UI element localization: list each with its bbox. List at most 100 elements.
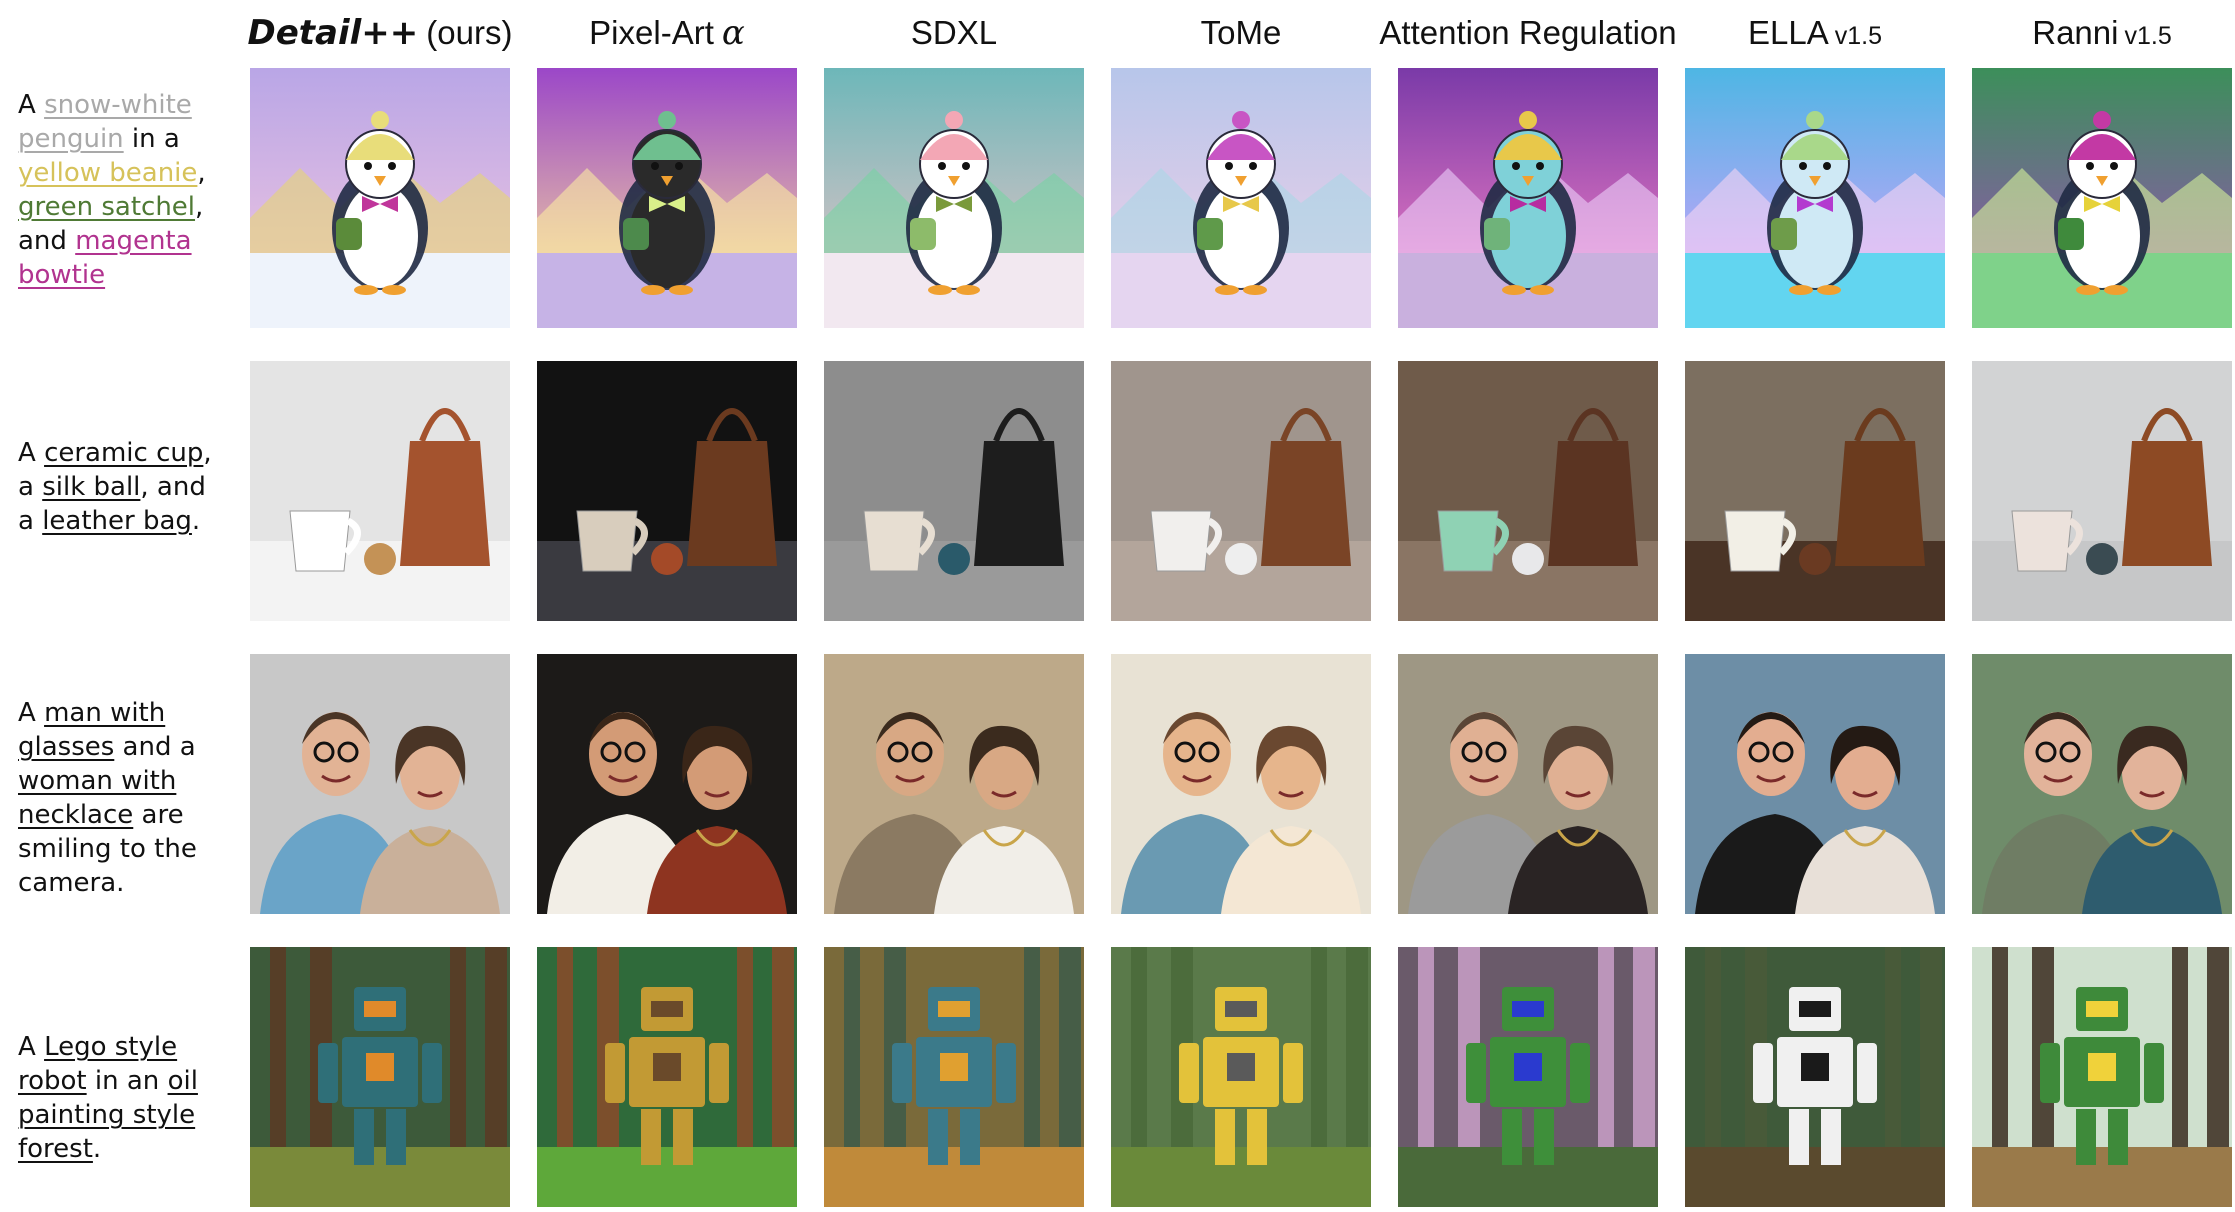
leather-bag (400, 441, 490, 566)
image-illustration (1972, 947, 2232, 1207)
foot (1530, 285, 1554, 295)
image-illustration (824, 361, 1084, 621)
beanie-pom (1806, 111, 1824, 129)
satchel (623, 218, 649, 250)
generated-image-couple-3 (1111, 654, 1371, 914)
robot-leg (1215, 1109, 1235, 1165)
robot-leg (1502, 1109, 1522, 1165)
generated-image-robot-5 (1685, 947, 1945, 1207)
generated-image-still-1 (537, 361, 797, 621)
foot (669, 285, 693, 295)
ceramic-cup (289, 510, 351, 572)
image-illustration (1111, 947, 1371, 1207)
robot-chest-panel (653, 1053, 681, 1081)
prompt-object-phrase: yellow beanie (18, 158, 198, 188)
beanie-pom (945, 111, 963, 129)
column-header-suffix: α (721, 13, 745, 53)
column-header-3: ToMe (1091, 8, 1391, 58)
image-illustration (1398, 361, 1658, 621)
prompt-object-phrase: green satchel (18, 192, 196, 222)
prompt-text: in a (123, 124, 180, 154)
satchel (910, 218, 936, 250)
generated-image-still-0 (250, 361, 510, 621)
image-illustration (1111, 68, 1371, 328)
robot-chest-panel (366, 1053, 394, 1081)
robot-visor (1225, 1001, 1257, 1017)
foot (2104, 285, 2128, 295)
prompt-text: . (92, 1134, 102, 1164)
robot-arm (1570, 1043, 1590, 1103)
leather-bag (1835, 441, 1925, 566)
row-prompt-2: A man with glasses and a woman with neck… (18, 696, 228, 900)
silk-ball (651, 543, 683, 575)
image-illustration (824, 654, 1084, 914)
robot-visor (1799, 1001, 1831, 1017)
leather-bag (974, 441, 1064, 566)
eye (651, 162, 659, 170)
ceramic-cup (1150, 510, 1212, 572)
satchel (336, 218, 362, 250)
generated-image-couple-0 (250, 654, 510, 914)
robot-arm (1179, 1043, 1199, 1103)
prompt-object-phrase: leather bag (42, 506, 192, 536)
image-illustration (1398, 654, 1658, 914)
satchel (1197, 218, 1223, 250)
image-illustration (250, 361, 510, 621)
image-illustration (1685, 947, 1945, 1207)
robot-arm (422, 1043, 442, 1103)
eye (364, 162, 372, 170)
generated-image-still-6 (1972, 361, 2232, 621)
robot-chest-panel (940, 1053, 968, 1081)
robot-leg (1247, 1109, 1267, 1165)
eye (938, 162, 946, 170)
eye (2086, 162, 2094, 170)
forest-floor (1685, 1147, 1945, 1207)
prompt-text: and a (114, 732, 196, 762)
column-header-title: Ranni (2032, 14, 2119, 51)
forest-floor (1398, 1147, 1658, 1207)
image-illustration (1972, 361, 2232, 621)
robot-arm (2040, 1043, 2060, 1103)
image-illustration (537, 947, 797, 1207)
forest-floor (824, 1147, 1084, 1207)
generated-image-couple-6 (1972, 654, 2232, 914)
generated-image-penguin-3 (1111, 68, 1371, 328)
image-illustration (1111, 361, 1371, 621)
robot-leg (1821, 1109, 1841, 1165)
foot (956, 285, 980, 295)
robot-arm (318, 1043, 338, 1103)
generated-image-couple-4 (1398, 654, 1658, 914)
eye (1799, 162, 1807, 170)
robot-leg (354, 1109, 374, 1165)
foot (1243, 285, 1267, 295)
robot-arm (709, 1043, 729, 1103)
column-header-0: Detail++ (ours) (230, 8, 530, 58)
image-illustration (537, 361, 797, 621)
generated-image-still-4 (1398, 361, 1658, 621)
beanie-pom (1519, 111, 1537, 129)
robot-leg (1534, 1109, 1554, 1165)
robot-visor (1512, 1001, 1544, 1017)
robot-leg (2108, 1109, 2128, 1165)
prompt-text: A (18, 698, 45, 728)
forest-floor (1111, 1147, 1371, 1207)
foot (2076, 285, 2100, 295)
row-prompt-0: A snow-white penguin in a yellow beanie,… (18, 88, 228, 292)
row-prompt-1: A ceramic cup, a silk ball, and a leathe… (18, 436, 228, 538)
robot-visor (651, 1001, 683, 1017)
robot-arm (1753, 1043, 1773, 1103)
silk-ball (364, 543, 396, 575)
prompt-text: , (197, 158, 206, 188)
ceramic-cup (1724, 510, 1786, 572)
ceramic-cup (1437, 510, 1499, 572)
beanie-pom (1232, 111, 1250, 129)
image-illustration (537, 68, 797, 328)
column-header-1: Pixel-Art α (517, 8, 817, 58)
silk-ball (938, 543, 970, 575)
image-illustration (1972, 68, 2232, 328)
leather-bag (2122, 441, 2212, 566)
column-header-title: SDXL (910, 14, 998, 51)
robot-chest-panel (1227, 1053, 1255, 1081)
robot-visor (364, 1001, 396, 1017)
leather-bag (687, 441, 777, 566)
